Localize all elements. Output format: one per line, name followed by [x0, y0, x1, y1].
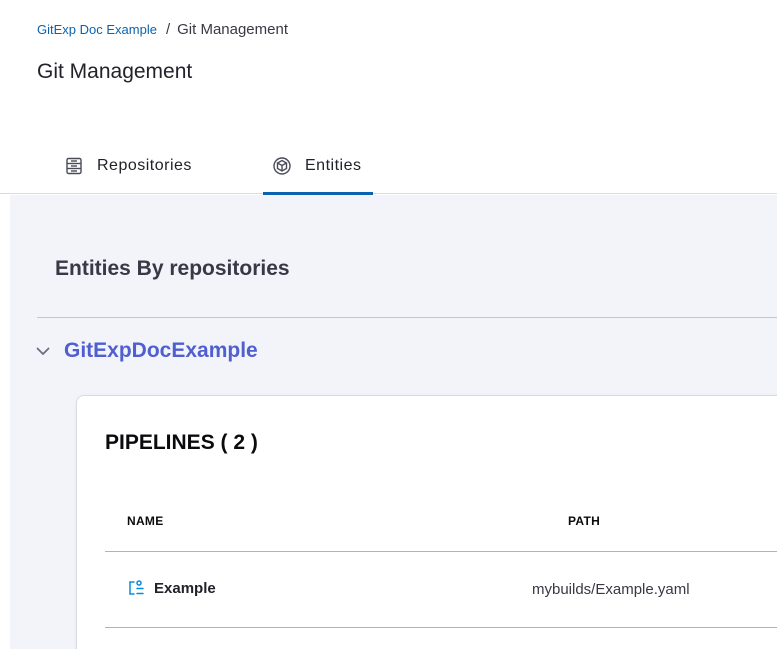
column-header-path[interactable]: PATH	[568, 514, 600, 528]
breadcrumb-link-project[interactable]: GitExp Doc Example	[37, 22, 157, 37]
page-header: GitExp Doc Example / Git Management Git …	[0, 0, 777, 195]
entities-icon	[272, 156, 292, 176]
column-header-name[interactable]: NAME	[127, 514, 164, 528]
tab-repositories[interactable]: Repositories	[64, 150, 263, 194]
pipeline-name[interactable]: Example	[154, 580, 216, 597]
row-divider	[105, 627, 777, 628]
repository-icon	[64, 156, 84, 176]
table-row[interactable]: Example mybuilds/Example.yaml	[105, 552, 777, 628]
pipeline-icon	[127, 579, 145, 597]
pipelines-card-title: PIPELINES ( 2 )	[105, 431, 258, 454]
tab-repositories-label: Repositories	[97, 157, 192, 174]
main-content: Entities By repositories GitExpDocExampl…	[10, 195, 777, 649]
row-name-cell: Example	[127, 579, 216, 597]
breadcrumb: GitExp Doc Example / Git Management	[37, 21, 288, 38]
section-divider	[37, 317, 777, 318]
breadcrumb-current: Git Management	[177, 21, 288, 38]
tab-entities-label: Entities	[305, 157, 362, 174]
breadcrumb-separator: /	[165, 21, 171, 38]
pipeline-path: mybuilds/Example.yaml	[532, 581, 690, 598]
repository-toggle[interactable]: GitExpDocExample	[35, 339, 258, 363]
pipelines-card: PIPELINES ( 2 ) NAME PATH Example mybuil…	[76, 395, 777, 649]
repository-name: GitExpDocExample	[64, 339, 258, 362]
tab-bar: Repositories Entities	[64, 150, 374, 195]
page-title: Git Management	[37, 60, 193, 83]
chevron-down-icon	[35, 343, 51, 359]
section-title: Entities By repositories	[55, 257, 290, 280]
tab-entities[interactable]: Entities	[263, 150, 374, 195]
